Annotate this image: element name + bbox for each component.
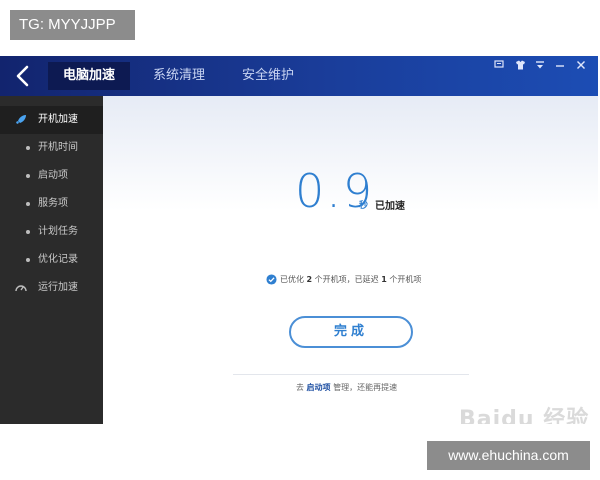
optimized-count: 2: [306, 275, 313, 284]
chevron-left-icon: [16, 65, 29, 87]
sidebar-item-startup[interactable]: 启动项: [0, 162, 103, 190]
sidebar-item-label: 启动项: [38, 170, 68, 181]
bullet-icon: [26, 146, 30, 150]
back-button[interactable]: [10, 62, 36, 90]
bullet-icon: [26, 230, 30, 234]
title-bar: 电脑加速 系统清理 安全维护: [0, 56, 598, 96]
feedback-button[interactable]: [490, 58, 508, 76]
bullet-icon: [26, 202, 30, 206]
baidu-watermark: Bai​du 经验: [459, 407, 590, 424]
minimize-icon: [556, 65, 564, 67]
tag-label: TG: MYYJJPP: [10, 10, 135, 40]
sidebar-item-label: 服务项: [38, 198, 68, 209]
tab-pc-speedup[interactable]: 电脑加速: [48, 62, 130, 90]
hint-suffix: 管理，还能再提速: [333, 383, 398, 392]
close-icon: [577, 61, 585, 69]
sidebar-item-label: 计划任务: [38, 226, 78, 237]
gauge-icon: [15, 285, 27, 292]
menu-button[interactable]: [531, 58, 549, 76]
sidebar-item-scheduled-tasks[interactable]: 计划任务: [0, 218, 103, 246]
startup-hint: 去 启动项 管理，还能再提速: [296, 382, 397, 393]
delayed-count: 1: [381, 275, 387, 284]
tab-security[interactable]: 安全维护: [228, 62, 308, 90]
skin-button[interactable]: [511, 58, 529, 76]
tab-system-clean[interactable]: 系统清理: [140, 62, 218, 90]
summary-prefix: 已优化: [280, 275, 304, 284]
summary-middle: 个开机项，已延迟: [314, 275, 379, 284]
menu-icon: [536, 61, 544, 69]
sidebar-item-history[interactable]: 优化记录: [0, 246, 103, 274]
summary-suffix: 个开机项: [389, 275, 422, 284]
close-button[interactable]: [572, 58, 590, 76]
optimization-summary: 已优化 2 个开机项，已延迟 1 个开机项: [266, 272, 421, 288]
boot-time-unit: 秒: [359, 201, 369, 211]
sidebar-item-label: 开机加速: [38, 114, 78, 125]
speedup-status: 已加速: [375, 201, 405, 212]
sidebar-item-boot-speedup[interactable]: 开机加速: [0, 106, 103, 134]
hint-prefix: 去: [296, 383, 304, 392]
bullet-icon: [26, 174, 30, 178]
sidebar-item-label: 运行加速: [38, 282, 78, 293]
site-watermark: www.ehuchina.com: [427, 441, 590, 470]
divider: [233, 374, 469, 375]
sidebar: 开机加速 开机时间 启动项 服务项 计划任务 优化记录 运行加速: [0, 96, 103, 424]
minimize-button[interactable]: [551, 58, 569, 76]
app-window: 电脑加速 系统清理 安全维护 开机加速 开机时间 启动项 服务项 计划任务 优化…: [0, 56, 598, 424]
main-panel: 0.9 秒 已加速 已优化 2 个开机项，已延迟 1 个开机项 完成 去 启动项…: [103, 96, 598, 424]
bullet-icon: [26, 258, 30, 262]
done-button[interactable]: 完成: [289, 316, 413, 348]
sidebar-item-boot-time[interactable]: 开机时间: [0, 134, 103, 162]
shirt-icon: [515, 60, 525, 70]
check-circle-icon: [266, 274, 277, 285]
sidebar-item-runtime-speedup[interactable]: 运行加速: [0, 274, 103, 302]
rocket-icon: [16, 115, 26, 124]
sidebar-item-services[interactable]: 服务项: [0, 190, 103, 218]
feedback-icon: [494, 60, 504, 68]
sidebar-item-label: 优化记录: [38, 254, 78, 265]
startup-items-link[interactable]: 启动项: [307, 383, 331, 392]
sidebar-item-label: 开机时间: [38, 142, 78, 153]
